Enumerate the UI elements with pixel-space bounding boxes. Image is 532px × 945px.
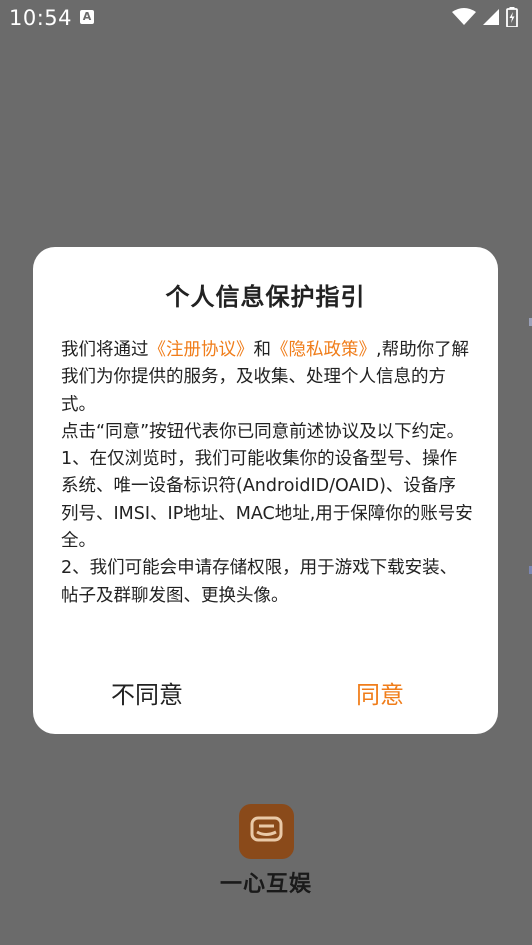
notification-icon: A bbox=[80, 10, 94, 24]
battery-icon bbox=[506, 7, 518, 27]
paragraph-intro: 我们将通过《注册协议》和《隐私政策》,帮助你了解我们为你提供的服务，及收集、处理… bbox=[61, 337, 473, 419]
paragraph-item-1: 1、在仅浏览时，我们可能收集你的设备型号、操作系统、唯一设备标识符(Androi… bbox=[61, 449, 473, 552]
intro-prefix: 我们将通过 bbox=[61, 340, 149, 360]
agree-button[interactable]: 同意 bbox=[356, 675, 404, 710]
terms-link[interactable]: 《注册协议》 bbox=[149, 340, 254, 360]
disagree-button[interactable]: 不同意 bbox=[111, 675, 183, 710]
paragraph-item-2: 2、我们可能会申请存储权限，用于游戏下载安装、帖子及群聊发图、更换头像。 bbox=[61, 558, 458, 606]
dialog-title: 个人信息保护指引 bbox=[165, 283, 366, 311]
paragraph-consent: 点击“同意”按钮代表你已同意前述协议及以下约定。 bbox=[61, 421, 465, 442]
status-time: 10:54 bbox=[9, 6, 73, 30]
dialog-body[interactable]: 我们将通过《注册协议》和《隐私政策》,帮助你了解我们为你提供的服务，及收集、处理… bbox=[61, 337, 473, 623]
signal-icon bbox=[483, 9, 499, 25]
status-bar: 10:54 A bbox=[0, 0, 532, 36]
app-logo-icon bbox=[239, 804, 294, 859]
privacy-dialog: 个人信息保护指引 我们将通过《注册协议》和《隐私政策》,帮助你了解我们为你提供的… bbox=[33, 247, 498, 734]
privacy-link[interactable]: 《隐私政策》 bbox=[271, 340, 376, 360]
wifi-icon bbox=[452, 8, 476, 25]
intro-middle: 和 bbox=[253, 340, 272, 360]
status-icons bbox=[452, 7, 518, 27]
app-name: 一心互娱 bbox=[219, 872, 312, 897]
screen: 10:54 A 个人信息保护指引 我们将通过《注册协议》和《隐私政策》,帮助你了… bbox=[0, 0, 532, 945]
